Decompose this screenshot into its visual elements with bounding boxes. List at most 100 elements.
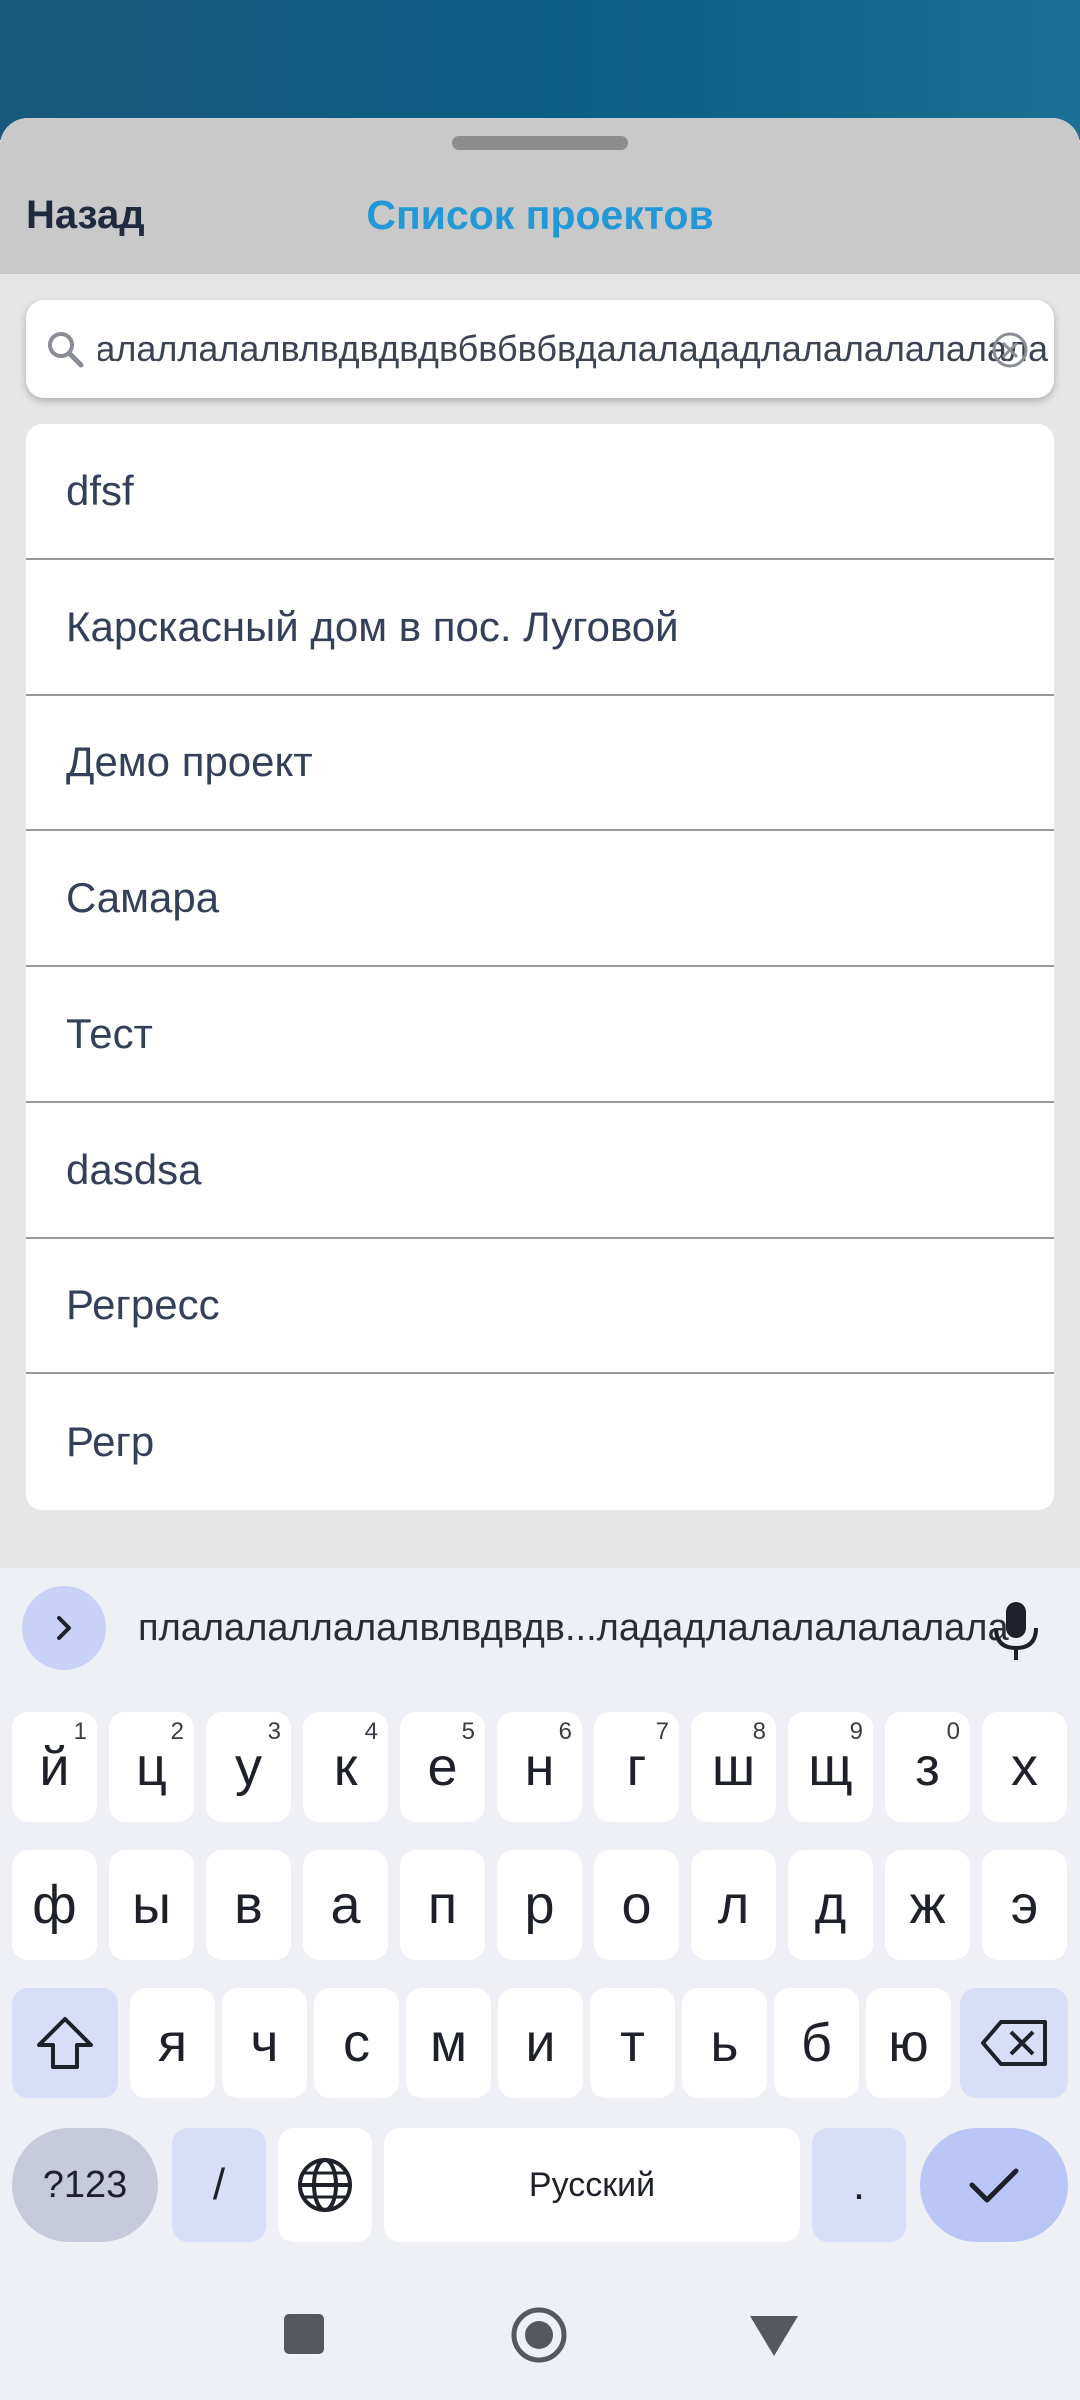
key-label: ч	[250, 2013, 279, 2073]
system-nav-bar	[0, 2268, 1080, 2400]
key-number-hint: 1	[73, 1718, 87, 1745]
key-label: т	[620, 2013, 645, 2073]
key-label: в	[234, 1875, 263, 1935]
key-label: ь	[710, 2013, 739, 2073]
letter-key[interactable]: й1	[12, 1712, 97, 1822]
list-item[interactable]: Тест	[26, 967, 1054, 1103]
triangle-icon[interactable]	[750, 2316, 798, 2356]
circle-icon[interactable]	[510, 2306, 568, 2364]
key-label: м	[429, 2013, 468, 2073]
letter-key[interactable]: х	[982, 1712, 1067, 1822]
letter-key[interactable]: г7	[594, 1712, 679, 1822]
letter-key[interactable]: с	[314, 1988, 399, 2098]
list-item[interactable]: Регр	[26, 1374, 1054, 1510]
project-picker-sheet: Назад Список проектов dfsf Карскасный до…	[0, 118, 1080, 1568]
list-item[interactable]: Самара	[26, 831, 1054, 967]
key-label: л	[717, 1875, 750, 1935]
drag-handle[interactable]	[452, 136, 628, 150]
key-label: б	[801, 2013, 832, 2073]
space-key[interactable]: Русский	[384, 2128, 800, 2242]
slash-key[interactable]: /	[172, 2128, 266, 2242]
key-label: ж	[909, 1875, 946, 1935]
page-title: Список проектов	[366, 192, 714, 238]
letter-key[interactable]: н6	[497, 1712, 582, 1822]
letter-key[interactable]: п	[400, 1850, 485, 1960]
key-label: к	[333, 1737, 358, 1797]
enter-key[interactable]	[920, 2128, 1068, 2242]
key-label: э	[1010, 1875, 1039, 1935]
symbols-key[interactable]: ?123	[12, 2128, 158, 2242]
language-key[interactable]	[278, 2128, 372, 2242]
key-number-hint: 2	[170, 1718, 184, 1745]
mic-icon[interactable]	[988, 1598, 1044, 1664]
key-label: с	[343, 2013, 370, 2073]
letter-key[interactable]: и	[498, 1988, 583, 2098]
key-label: щ	[808, 1737, 853, 1797]
key-label: ш	[711, 1737, 756, 1797]
letter-key[interactable]: ю	[866, 1988, 951, 2098]
letter-key[interactable]: у3	[206, 1712, 291, 1822]
letter-key[interactable]: ч	[222, 1988, 307, 2098]
letter-key[interactable]: щ9	[788, 1712, 873, 1822]
search-input[interactable]	[98, 300, 1058, 398]
key-label: д	[814, 1875, 847, 1935]
letter-key[interactable]: ш8	[691, 1712, 776, 1822]
letter-key[interactable]: р	[497, 1850, 582, 1960]
letter-key[interactable]: к4	[303, 1712, 388, 1822]
letter-key[interactable]: е5	[400, 1712, 485, 1822]
letter-key[interactable]: д	[788, 1850, 873, 1960]
letter-key[interactable]: з0	[885, 1712, 970, 1822]
letter-key[interactable]: а	[303, 1850, 388, 1960]
key-label: й	[39, 1737, 70, 1797]
letter-key[interactable]: я	[130, 1988, 215, 2098]
key-label: з	[915, 1737, 940, 1797]
letter-key[interactable]: ф	[12, 1850, 97, 1960]
backspace-icon	[981, 2020, 1047, 2066]
list-item[interactable]: Регресс	[26, 1239, 1054, 1375]
search-icon	[48, 332, 84, 368]
letter-key[interactable]: б	[774, 1988, 859, 2098]
key-label: ю	[888, 2013, 929, 2073]
list-item[interactable]: Демо проект	[26, 696, 1054, 832]
square-icon[interactable]	[284, 2314, 324, 2354]
list-item[interactable]: dfsf	[26, 424, 1054, 560]
key-number-hint: 4	[364, 1718, 378, 1745]
key-label: о	[621, 1875, 652, 1935]
letter-key[interactable]: ь	[682, 1988, 767, 2098]
search-bar	[26, 300, 1058, 398]
key-label: и	[525, 2013, 556, 2073]
letter-key[interactable]: э	[982, 1850, 1067, 1960]
letter-key[interactable]: ы	[109, 1850, 194, 1960]
letter-key[interactable]: м	[406, 1988, 491, 2098]
backspace-key[interactable]	[960, 1988, 1068, 2098]
key-label: р	[524, 1875, 555, 1935]
suggestions-expand-button[interactable]	[22, 1586, 106, 1670]
list-item[interactable]: Карскасный дом в пос. Луговой	[26, 560, 1054, 696]
letter-key[interactable]: о	[594, 1850, 679, 1960]
letter-key[interactable]: т	[590, 1988, 675, 2098]
letter-key[interactable]: в	[206, 1850, 291, 1960]
key-number-hint: 3	[267, 1718, 281, 1745]
chevron-right-icon	[57, 1616, 71, 1640]
key-number-hint: 5	[461, 1718, 475, 1745]
key-label: х	[1011, 1737, 1038, 1797]
key-number-hint: 6	[558, 1718, 572, 1745]
period-key[interactable]: .	[812, 2128, 906, 2242]
word-suggestion[interactable]: плалалаллалалвлвдвдв...лададлалалалалала…	[138, 1588, 1009, 1668]
shift-icon	[37, 2017, 93, 2069]
sheet-header: Назад Список проектов	[0, 118, 1080, 274]
letter-key[interactable]: ж	[885, 1850, 970, 1960]
shift-key[interactable]	[12, 1988, 118, 2098]
key-label: у	[235, 1737, 262, 1797]
letter-key[interactable]: ц2	[109, 1712, 194, 1822]
key-label: а	[330, 1875, 361, 1935]
key-label: ц	[136, 1737, 167, 1797]
letter-key[interactable]: л	[691, 1850, 776, 1960]
project-list: dfsf Карскасный дом в пос. Луговой Демо …	[26, 424, 1054, 1510]
list-item[interactable]: dasdsa	[26, 1103, 1054, 1239]
key-label: ы	[132, 1875, 171, 1935]
key-label: н	[524, 1737, 555, 1797]
key-number-hint: 0	[946, 1718, 960, 1745]
clear-icon[interactable]	[990, 330, 1030, 370]
globe-icon	[298, 2158, 352, 2212]
